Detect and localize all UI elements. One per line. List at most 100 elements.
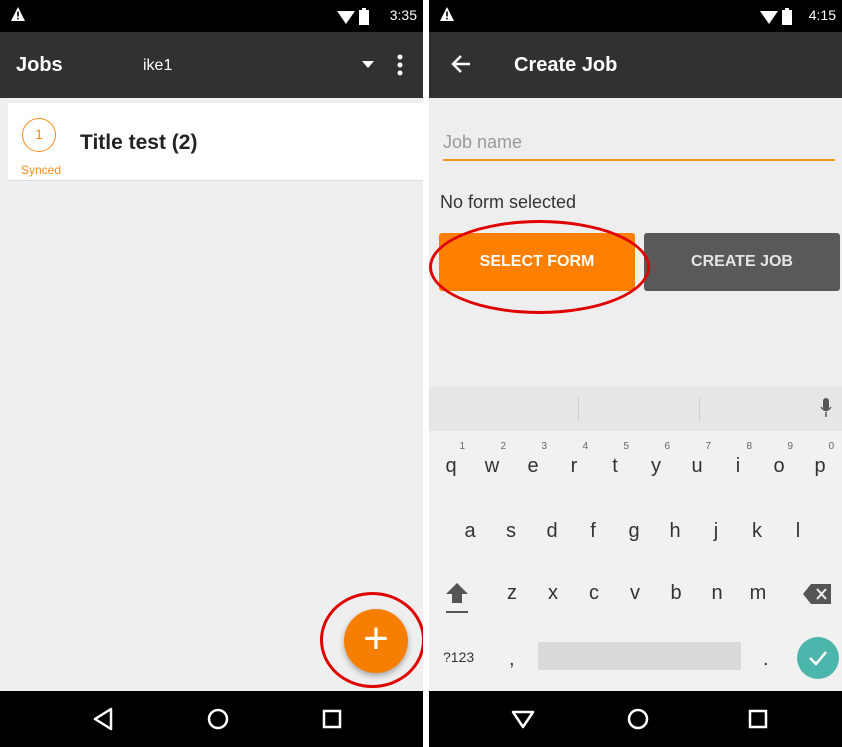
nav-back-icon[interactable]: [509, 705, 537, 733]
key-u[interactable]: u7: [677, 441, 717, 478]
status-bar: 3:35: [0, 0, 423, 32]
app-bar: Jobs ike1: [0, 32, 423, 98]
key-z[interactable]: z: [492, 582, 532, 605]
key-l[interactable]: l: [778, 520, 818, 543]
key-label: g: [628, 520, 640, 542]
form-status-text: No form selected: [440, 192, 577, 212]
key-x[interactable]: x: [533, 582, 573, 605]
key-c[interactable]: c: [574, 582, 614, 605]
job-title: Title test (2): [80, 131, 198, 154]
select-form-button[interactable]: SELECT FORM: [439, 233, 635, 291]
key-hint: 7: [705, 441, 711, 452]
key-label: x: [548, 582, 558, 604]
key-p[interactable]: p0: [800, 441, 840, 478]
more-vert-icon[interactable]: [396, 54, 404, 76]
key-label: q: [445, 455, 457, 477]
key-label: s: [506, 520, 516, 542]
dropdown-icon[interactable]: [362, 61, 374, 69]
status-time: 4:15: [808, 7, 836, 23]
key-h[interactable]: h: [655, 520, 695, 543]
key-hint: 1: [459, 441, 465, 452]
key-label: p: [814, 455, 826, 477]
account-selector-label[interactable]: ike1: [143, 57, 172, 75]
key-label: n: [711, 582, 723, 604]
warning-icon: [440, 7, 454, 21]
shift-icon[interactable]: [446, 583, 468, 615]
key-j[interactable]: j: [696, 520, 736, 543]
key-label: b: [670, 582, 682, 604]
key-label: t: [612, 455, 618, 477]
key-f[interactable]: f: [573, 520, 613, 543]
key-hint: 8: [746, 441, 752, 452]
page-title: Jobs: [16, 54, 63, 76]
key-w[interactable]: w2: [472, 441, 512, 478]
key-k[interactable]: k: [737, 520, 777, 543]
key-t[interactable]: t5: [595, 441, 635, 478]
key-label: m: [749, 582, 767, 604]
key-n[interactable]: n: [697, 582, 737, 605]
add-job-fab[interactable]: +: [344, 609, 408, 673]
microphone-icon[interactable]: [820, 398, 832, 418]
key-label: f: [590, 520, 596, 542]
key-r[interactable]: r4: [554, 441, 594, 478]
nav-back-icon[interactable]: [90, 705, 118, 733]
status-time: 3:35: [389, 7, 417, 23]
enter-key[interactable]: [797, 637, 839, 679]
nav-home-icon[interactable]: [204, 705, 232, 733]
key-i[interactable]: i8: [718, 441, 758, 478]
warning-icon: [11, 7, 25, 21]
key-label: d: [546, 520, 558, 542]
key-label: i: [735, 455, 741, 477]
job-sync-status: Synced: [21, 163, 62, 177]
space-bar[interactable]: [538, 642, 741, 670]
check-icon: [809, 651, 827, 666]
key-g[interactable]: g: [614, 520, 654, 543]
key-label: z: [507, 582, 517, 604]
key-hint: 3: [541, 441, 547, 452]
key-y[interactable]: y6: [636, 441, 676, 478]
jobs-screen: 3:35 Jobs ike1 1 Title test (2) Synced +: [0, 0, 423, 747]
key-hint: 9: [787, 441, 793, 452]
key-d[interactable]: d: [532, 520, 572, 543]
backspace-icon[interactable]: [803, 584, 831, 604]
key-m[interactable]: m: [738, 582, 778, 605]
key-b[interactable]: b: [656, 582, 696, 605]
period-key[interactable]: .: [763, 648, 769, 671]
key-q[interactable]: q1: [431, 441, 471, 478]
nav-recents-icon[interactable]: [744, 705, 772, 733]
key-label: e: [527, 455, 539, 477]
key-label: k: [752, 520, 762, 542]
key-e[interactable]: e3: [513, 441, 553, 478]
nav-bar: [0, 691, 423, 747]
key-label: v: [630, 582, 640, 604]
wifi-icon: [337, 11, 355, 24]
suggestion-strip: [429, 387, 842, 431]
page-title: Create Job: [514, 54, 618, 76]
key-label: h: [669, 520, 681, 542]
nav-recents-icon[interactable]: [318, 705, 346, 733]
key-label: j: [713, 520, 719, 542]
job-name-input[interactable]: [443, 125, 835, 161]
nav-home-icon[interactable]: [624, 705, 652, 733]
nav-bar: [429, 691, 842, 747]
key-label: o: [773, 455, 785, 477]
key-hint: 0: [828, 441, 834, 452]
comma-key[interactable]: ,: [509, 648, 515, 671]
key-label: w: [484, 455, 500, 477]
key-v[interactable]: v: [615, 582, 655, 605]
key-label: y: [651, 455, 661, 477]
key-hint: 4: [582, 441, 588, 452]
key-s[interactable]: s: [491, 520, 531, 543]
symbols-key[interactable]: ?123: [443, 649, 474, 665]
create-job-button[interactable]: CREATE JOB: [644, 233, 840, 291]
suggestion-divider: [578, 397, 579, 421]
key-o[interactable]: o9: [759, 441, 799, 478]
key-hint: 5: [623, 441, 629, 452]
back-arrow-icon[interactable]: [451, 55, 471, 73]
key-label: l: [795, 520, 801, 542]
wifi-icon: [760, 11, 778, 24]
key-a[interactable]: a: [450, 520, 490, 543]
job-list-item[interactable]: 1 Title test (2) Synced: [8, 103, 423, 181]
status-bar: 4:15: [429, 0, 842, 32]
create-job-screen: 4:15 Create Job No form selected SELECT …: [429, 0, 842, 747]
